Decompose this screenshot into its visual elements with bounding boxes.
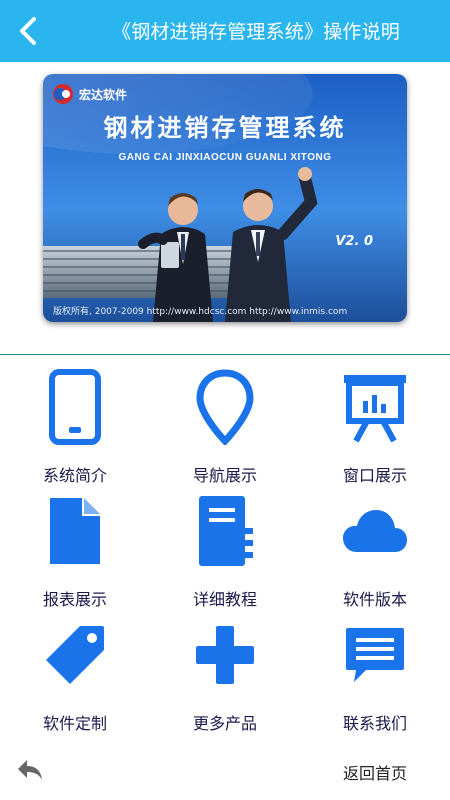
document-icon [41, 492, 109, 570]
page-title: 《钢材进销存管理系统》操作说明 [112, 21, 401, 43]
back-button[interactable] [12, 14, 46, 48]
menu-item-window[interactable]: 窗口展示 [300, 362, 450, 486]
company-logo [53, 84, 73, 104]
banner-product-title: 钢材进销存管理系统 [104, 114, 347, 142]
tag-icon [41, 616, 109, 694]
phone-icon [41, 368, 109, 446]
home-link[interactable]: 返回首页 [343, 760, 407, 784]
banner-footer: 版权所有, 2007-2009 http://www.hdcsc.com htt… [53, 305, 347, 317]
menu-item-label: 详细教程 [192, 590, 257, 609]
plus-icon [191, 616, 259, 694]
company-name: 宏达软件 [79, 87, 127, 102]
notebook-icon [191, 492, 259, 570]
cloud-icon [341, 492, 409, 570]
menu-item-label: 软件版本 [342, 590, 407, 609]
menu-item-label: 窗口展示 [342, 466, 407, 485]
menu-item-label: 更多产品 [192, 714, 257, 733]
section-divider [0, 354, 450, 355]
header-bar: 《钢材进销存管理系统》操作说明 [0, 0, 450, 62]
menu-item-label: 系统简介 [42, 466, 107, 485]
message-icon [341, 616, 409, 694]
menu-item-more-products[interactable]: 更多产品 [150, 610, 300, 734]
menu-item-tutorial[interactable]: 详细教程 [150, 486, 300, 610]
map-pin-icon [191, 368, 259, 446]
banner-version: V2. 0 [335, 234, 373, 249]
menu-item-version[interactable]: 软件版本 [300, 486, 450, 610]
menu-item-contact[interactable]: 联系我们 [300, 610, 450, 734]
chevron-left-icon [20, 17, 36, 45]
footer-back-button[interactable] [16, 758, 46, 784]
steel-pipes-illustration [43, 246, 243, 298]
banner-subtitle: GANG CAI JINXIAOCUN GUANLI XITONG [119, 152, 332, 163]
menu-item-label: 联系我们 [342, 714, 407, 733]
menu-item-navigation[interactable]: 导航展示 [150, 362, 300, 486]
presentation-icon [341, 368, 409, 446]
menu-item-custom[interactable]: 软件定制 [0, 610, 150, 734]
menu-item-label: 软件定制 [42, 714, 107, 733]
menu-item-label: 导航展示 [192, 466, 257, 485]
menu-item-label: 报表展示 [42, 590, 107, 609]
reply-arrow-icon [18, 760, 42, 780]
product-banner: 宏达软件 钢材进销存管理系统 GANG CAI JINXIAOCUN GUANL… [43, 74, 407, 322]
menu-item-system-intro[interactable]: 系统简介 [0, 362, 150, 486]
menu-item-reports[interactable]: 报表展示 [0, 486, 150, 610]
